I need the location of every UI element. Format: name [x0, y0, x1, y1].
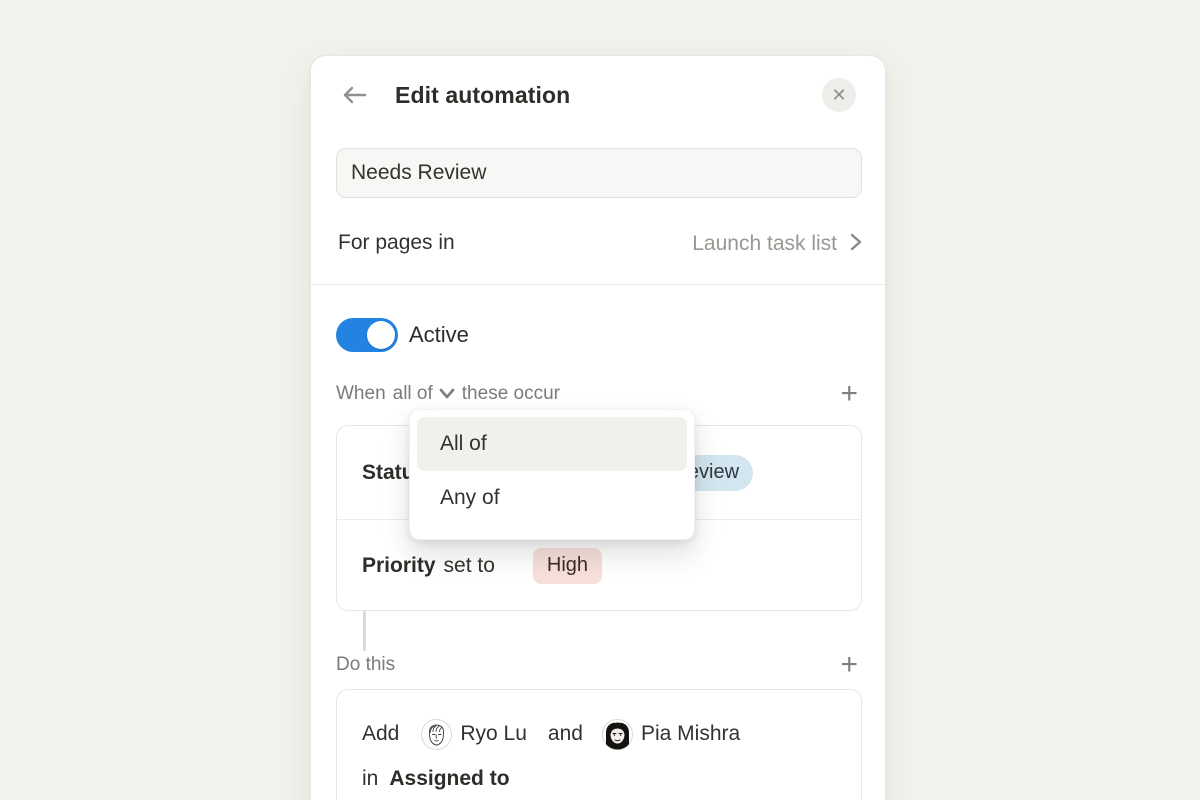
- operator-dropdown-trigger[interactable]: all of: [393, 383, 455, 405]
- operator-menu-item-any-of[interactable]: Any of: [417, 471, 687, 525]
- add-action-button[interactable]: +: [838, 651, 860, 679]
- action-line-2: in Assigned to: [362, 759, 836, 799]
- close-icon: ✕: [831, 78, 846, 112]
- close-button[interactable]: ✕: [822, 78, 856, 112]
- action-target-property: Assigned to: [389, 767, 509, 791]
- back-button[interactable]: [337, 78, 373, 114]
- action-verb: Add: [362, 722, 399, 746]
- action-card[interactable]: Add: [336, 689, 862, 800]
- dialog-title: Edit automation: [395, 82, 570, 109]
- operator-value: all of: [393, 383, 433, 405]
- condition-verb: set to: [444, 554, 495, 578]
- action-line-1: Add: [362, 714, 836, 754]
- active-label: Active: [409, 322, 469, 348]
- person-name: Ryo Lu: [460, 722, 527, 746]
- flow-connector-line: [363, 611, 366, 651]
- active-toggle[interactable]: [336, 318, 398, 352]
- chevron-right-icon: [850, 232, 862, 257]
- trigger-prefix: When: [336, 383, 386, 405]
- avatar-pia-mishra: [602, 719, 633, 750]
- scope-selector[interactable]: Launch task list: [692, 222, 862, 266]
- toggle-knob: [367, 321, 395, 349]
- dialog-header: Edit automation ✕: [311, 56, 885, 134]
- action-section-label: Do this: [336, 654, 395, 676]
- action-conjunction: and: [548, 722, 583, 746]
- plus-icon: +: [840, 377, 858, 410]
- trigger-suffix: these occur: [462, 383, 560, 405]
- scope-label: For pages in: [338, 231, 455, 255]
- back-arrow-icon: [341, 85, 369, 108]
- operator-menu: All of Any of: [409, 409, 695, 540]
- scope-row: For pages in Launch task list: [336, 222, 862, 266]
- condition-property: Priority: [362, 554, 436, 578]
- action-section-header: Do this +: [336, 650, 862, 680]
- trigger-section-header: When all of these occur +: [336, 379, 862, 409]
- avatar-ryo-lu: [421, 719, 452, 750]
- person-name: Pia Mishra: [641, 722, 740, 746]
- chevron-down-icon: [439, 383, 455, 405]
- active-row: Active: [336, 316, 862, 354]
- add-trigger-button[interactable]: +: [838, 380, 860, 408]
- automation-name-input[interactable]: [336, 148, 862, 198]
- plus-icon: +: [840, 648, 858, 681]
- header-divider: [311, 284, 885, 285]
- scope-value: Launch task list: [692, 232, 837, 256]
- action-preposition: in: [362, 767, 378, 791]
- operator-menu-item-all-of[interactable]: All of: [417, 417, 687, 471]
- edit-automation-dialog: Edit automation ✕ For pages in Launch ta…: [310, 55, 886, 800]
- priority-value-pill: High: [533, 548, 602, 584]
